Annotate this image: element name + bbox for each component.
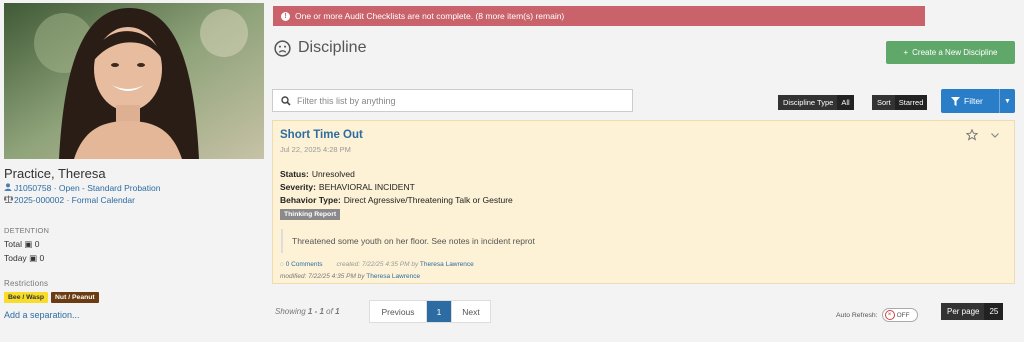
thinking-report-tag: Thinking Report <box>280 209 341 220</box>
search-icon <box>281 95 291 106</box>
card-actions <box>966 129 1000 141</box>
create-discipline-button[interactable]: + Create a New Discipline <box>886 41 1015 64</box>
discipline-date: Jul 22, 2025 4:28 PM <box>280 145 351 154</box>
behavior-type-field: Behavior Type: Direct Agressive/Threateni… <box>280 195 513 205</box>
sort-value: Starred <box>894 95 928 110</box>
created-by-link[interactable]: Theresa Lawrence <box>420 261 474 268</box>
discipline-type-value: All <box>837 95 854 110</box>
star-icon[interactable] <box>966 129 978 141</box>
user-icon <box>4 183 14 193</box>
scale-icon <box>3 195 14 205</box>
restriction-badge-bee: Bee / Wasp <box>4 292 49 303</box>
discipline-card: Short Time Out Jul 22, 2025 4:28 PM Stat… <box>272 120 1015 284</box>
auto-refresh-toggle[interactable]: × OFF <box>881 308 918 322</box>
discipline-type-selector[interactable]: Discipline Type All <box>778 95 854 110</box>
card-footer-modified: modified: 7/22/25 4:35 PM by Theresa Law… <box>280 273 421 280</box>
student-name: Practice, Theresa <box>4 166 106 181</box>
discipline-note: Threatened some youth on her floor. See … <box>281 229 535 253</box>
page-title-text: Discipline <box>298 39 367 56</box>
restrictions-label: Restrictions <box>4 279 49 288</box>
student-id-link[interactable]: J1050758 · Open - Standard Probation <box>4 183 161 193</box>
search-input[interactable] <box>297 95 617 106</box>
search-box <box>272 89 633 112</box>
results-summary: Showing 1 - 1 of 1 <box>275 307 340 316</box>
filter-funnel-icon <box>951 96 960 106</box>
card-footer-created: ◌ 0 Comments created: 7/22/25 4:35 PM by… <box>280 261 474 268</box>
sort-selector[interactable]: Sort Starred <box>872 95 928 110</box>
auto-refresh: Auto Refresh: × OFF <box>836 308 918 322</box>
per-page-value: 25 <box>984 303 1004 320</box>
profile-photo <box>4 3 264 159</box>
severity-field: Severity: BEHAVIORAL INCIDENT <box>280 182 415 192</box>
chevron-down-icon[interactable] <box>990 130 1000 140</box>
status-field: Status: Unresolved <box>280 169 355 179</box>
comment-icon: ◌ <box>280 261 284 268</box>
filter-button-main[interactable]: Filter <box>941 96 999 106</box>
restriction-badge-nut: Nut / Peanut <box>51 292 99 303</box>
modified-by-link[interactable]: Theresa Lawrence <box>366 273 420 280</box>
alert-text: One or more Audit Checklists are not com… <box>295 11 565 21</box>
pagination: Previous 1 Next <box>369 300 491 323</box>
per-page-selector[interactable]: Per page 25 <box>941 303 1004 320</box>
detention-label: DETENTION <box>4 226 50 235</box>
comments-link[interactable]: ◌ 0 Comments <box>280 261 323 268</box>
plus-icon: + <box>903 48 909 57</box>
previous-page-button[interactable]: Previous <box>370 301 427 322</box>
close-icon: × <box>884 310 895 320</box>
discipline-title-link[interactable]: Short Time Out <box>280 129 363 141</box>
case-link[interactable]: 2025-000002 · Formal Calendar <box>3 195 135 205</box>
calendar-icon: ▣ <box>24 239 33 249</box>
audit-alert[interactable]: ! One or more Audit Checklists are not c… <box>273 6 925 26</box>
frown-face-icon <box>274 39 291 57</box>
alert-icon: ! <box>281 11 290 21</box>
calendar-icon: ▣ <box>29 253 38 263</box>
page-1-button[interactable]: 1 <box>427 301 452 322</box>
detention-today: Today ▣ 0 <box>4 253 45 263</box>
chevron-down-icon[interactable]: ▼ <box>999 89 1015 113</box>
add-separation-link[interactable]: Add a separation... <box>4 310 80 320</box>
next-page-button[interactable]: Next <box>452 301 490 322</box>
filter-button[interactable]: Filter ▼ <box>941 89 1015 113</box>
restriction-badges: Bee / Wasp Nut / Peanut <box>4 292 99 303</box>
page-title: Discipline <box>274 39 366 57</box>
detention-total: Total ▣ 0 <box>4 239 40 249</box>
